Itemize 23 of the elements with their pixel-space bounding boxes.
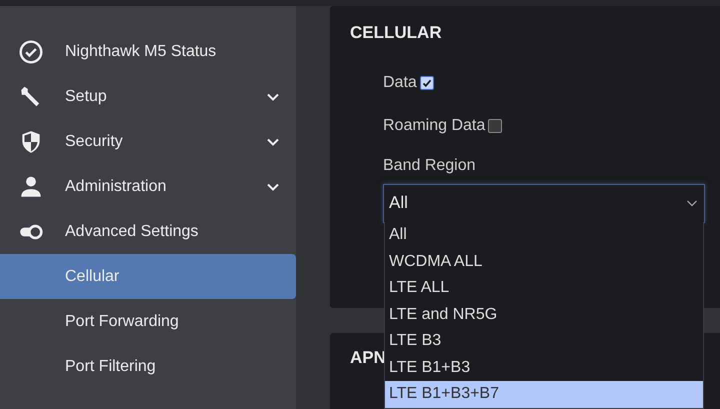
sidebar-item[interactable]: Nighthawk M5 Status [0,29,296,74]
sidebar-item[interactable]: Cellular [0,254,296,299]
sidebar-item[interactable]: Administration [0,164,296,209]
panel-title: CELLULAR [350,22,443,44]
check-circle-icon [18,38,44,64]
sidebar-item[interactable]: Advanced Settings [0,209,296,254]
dropdown-option[interactable]: LTE B3 [385,328,703,354]
sidebar-item[interactable]: Setup [0,74,296,119]
dropdown-option[interactable]: LTE B1+B3 [385,354,703,381]
dropdown-option[interactable]: LTE B1+B3+B7 [385,381,703,408]
dropdown-option[interactable]: LTE and NR5G [385,302,703,328]
sidebar-item[interactable]: Security [0,119,296,164]
dropdown-option[interactable]: LTE ALL [385,275,703,302]
checkbox-label: Data [383,72,417,92]
checkbox-label: Roaming Data [383,116,486,136]
field-label: Band Region [383,156,477,176]
sidebar-item[interactable]: Port Filtering [0,344,296,389]
checkbox[interactable] [420,76,434,90]
dropdown-option[interactable]: WCDMA ALL [385,248,703,275]
checkbox[interactable] [488,118,502,132]
sidebar-item[interactable]: Port Forwarding [0,299,296,344]
dropdown-option[interactable]: All [385,222,703,248]
band-region-select[interactable]: All [383,184,705,222]
